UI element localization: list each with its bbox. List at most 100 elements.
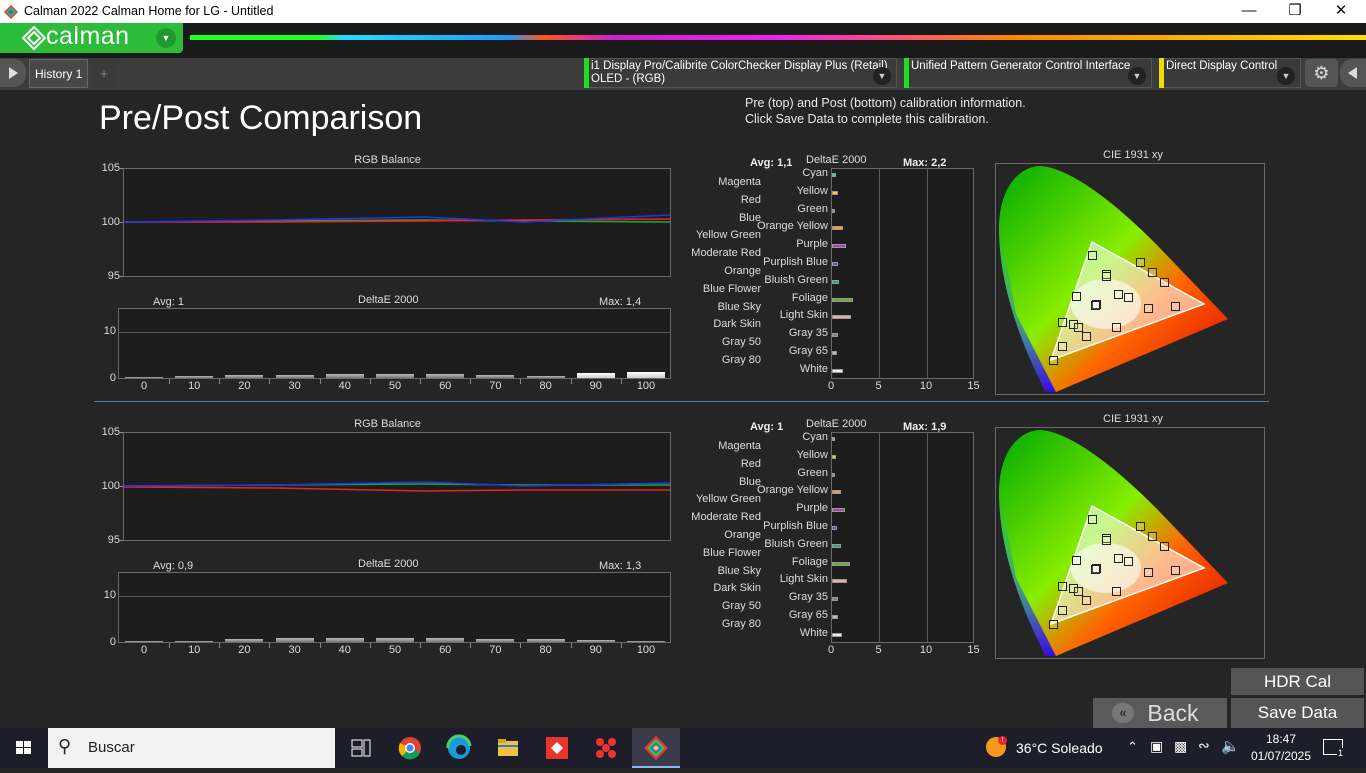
color-de-xtick: 10 <box>919 380 933 392</box>
restore-button[interactable]: ❐ <box>1272 0 1318 23</box>
gray-de-bar <box>627 371 665 378</box>
cie-measurement-point <box>1058 582 1067 591</box>
clock-time[interactable]: 18:47 <box>1250 732 1312 746</box>
weather-text[interactable]: 36°C Soleado <box>1016 740 1103 756</box>
device-tray-icon[interactable]: ▣ <box>1150 738 1163 755</box>
section-divider <box>94 401 1269 402</box>
taskbar-search-input[interactable]: ⚲ Buscar <box>48 728 335 768</box>
minimize-button[interactable]: — <box>1226 0 1272 23</box>
task-view-icon[interactable] <box>338 728 384 768</box>
gray-de-bar <box>476 375 515 378</box>
tick-mark <box>620 643 622 648</box>
file-explorer-icon[interactable] <box>485 728 531 768</box>
chrome-icon[interactable] <box>387 728 433 768</box>
gray-de-bar <box>125 377 163 378</box>
gray-de-ytick: 0 <box>109 372 116 384</box>
cie-title: CIE 1931 xy <box>1103 413 1163 425</box>
color-label-right: Orange Yellow <box>757 484 828 497</box>
wifi-icon[interactable]: ∾ <box>1198 737 1210 754</box>
color-de-title: DeltaE 2000 <box>806 418 867 430</box>
close-button[interactable]: ✕ <box>1318 0 1364 23</box>
calman-logo-menu[interactable]: calman ▼ <box>0 22 183 53</box>
gray-de-bar <box>576 640 615 642</box>
color-de-xtick: 15 <box>967 380 980 392</box>
calman-app-icon <box>4 5 18 19</box>
clock-date[interactable]: 01/07/2025 <box>1250 749 1312 763</box>
gray-de-bar <box>627 640 665 642</box>
color-de-bar <box>832 262 838 266</box>
add-tab-button[interactable]: + <box>90 59 118 88</box>
collapse-arrow-icon[interactable] <box>1340 59 1366 87</box>
color-label-right: Foliage <box>791 291 828 304</box>
color-label-right: Orange Yellow <box>757 220 828 233</box>
gray-de-bar <box>175 376 214 378</box>
volume-icon[interactable]: 🔈 <box>1221 737 1240 755</box>
gray-de-xtick: 100 <box>636 644 656 656</box>
cie-measurement-point <box>1144 304 1153 313</box>
gray-de-xtick: 40 <box>338 644 351 656</box>
gray-de-bar <box>376 373 414 378</box>
gray-de-xtick: 20 <box>238 644 251 656</box>
color-label-right: Purple <box>796 502 828 515</box>
rgb-ytick: 105 <box>101 162 120 174</box>
cie-measurement-point <box>1088 251 1097 260</box>
gray-de-avg: Avg: 0,9 <box>153 560 194 572</box>
hdr-cal-button[interactable]: HDR Cal <box>1231 668 1364 695</box>
anydesk-icon[interactable] <box>534 728 580 768</box>
calman-taskbar-icon[interactable] <box>632 728 680 768</box>
gray-de-bar <box>225 639 264 642</box>
color-label-right: Purple <box>796 238 828 251</box>
tick-mark <box>620 379 622 384</box>
display-control-box[interactable]: Direct Display Control ▼ <box>1159 58 1301 88</box>
battery-icon[interactable]: ▩ <box>1174 738 1187 755</box>
meter-device-box[interactable]: i1 Display Pro/Calibrite ColorChecker Di… <box>584 58 897 88</box>
progress-rainbow <box>190 35 1366 40</box>
color-de-title: DeltaE 2000 <box>806 154 867 166</box>
cie-title: CIE 1931 xy <box>1103 149 1163 161</box>
color-label-right: Yellow <box>796 448 828 461</box>
chevron-up-icon[interactable]: ⌃ <box>1127 739 1138 755</box>
title-bar: Calman 2022 Calman Home for LG - Untitle… <box>0 0 1366 23</box>
color-de-bar <box>832 333 838 338</box>
color-de-bar <box>832 632 842 637</box>
color-de-bar <box>832 615 838 619</box>
chevron-down-icon[interactable]: ▼ <box>1128 67 1146 85</box>
cie-measurement-point <box>1088 515 1097 524</box>
meter-mode: OLED - (RGB) <box>591 73 666 85</box>
tick-mark <box>319 643 321 648</box>
search-placeholder: Buscar <box>88 739 135 756</box>
gray-de-xtick: 20 <box>238 380 251 392</box>
tick-mark <box>369 379 371 384</box>
tick-mark <box>118 168 123 169</box>
windows-start-icon[interactable] <box>0 728 48 768</box>
color-label-right: Gray 35 <box>788 327 828 340</box>
color-de-bar <box>832 543 841 548</box>
save-data-button[interactable]: Save Data <box>1231 698 1364 728</box>
color-de-bar <box>832 368 844 373</box>
chevron-down-icon[interactable]: ▼ <box>156 28 176 48</box>
rgb-balance-plot <box>123 168 671 277</box>
rgb-ytick: 105 <box>101 426 120 438</box>
cie-measurement-point <box>1144 568 1153 577</box>
pattern-generator-box[interactable]: Unified Pattern Generator Control Interf… <box>904 58 1152 88</box>
cie-measurement-point <box>1171 302 1180 311</box>
gray-de-bar <box>376 637 414 642</box>
app-dots-icon[interactable] <box>583 728 629 768</box>
chevron-down-icon[interactable]: ▼ <box>873 67 891 85</box>
color-de-bar <box>832 561 851 566</box>
color-de-xtick: 10 <box>919 644 933 656</box>
color-de-bar <box>832 508 846 513</box>
color-de-bar <box>832 437 835 441</box>
cie-diagram <box>995 427 1265 659</box>
cie-measurement-point <box>1102 272 1111 281</box>
gray-de-avg: Avg: 1 <box>153 296 184 308</box>
tab-history-1[interactable]: History 1 <box>29 59 88 88</box>
play-arrow-icon[interactable] <box>0 59 26 87</box>
gear-icon[interactable]: ⚙ <box>1305 59 1338 87</box>
edge-icon[interactable] <box>436 728 482 768</box>
gray-de-xtick: 10 <box>188 644 201 656</box>
cie-diagram <box>995 163 1265 395</box>
gray-de-bar <box>325 637 364 642</box>
chevron-down-icon[interactable]: ▼ <box>1277 67 1295 85</box>
color-label-right: Bluish Green <box>764 537 828 550</box>
